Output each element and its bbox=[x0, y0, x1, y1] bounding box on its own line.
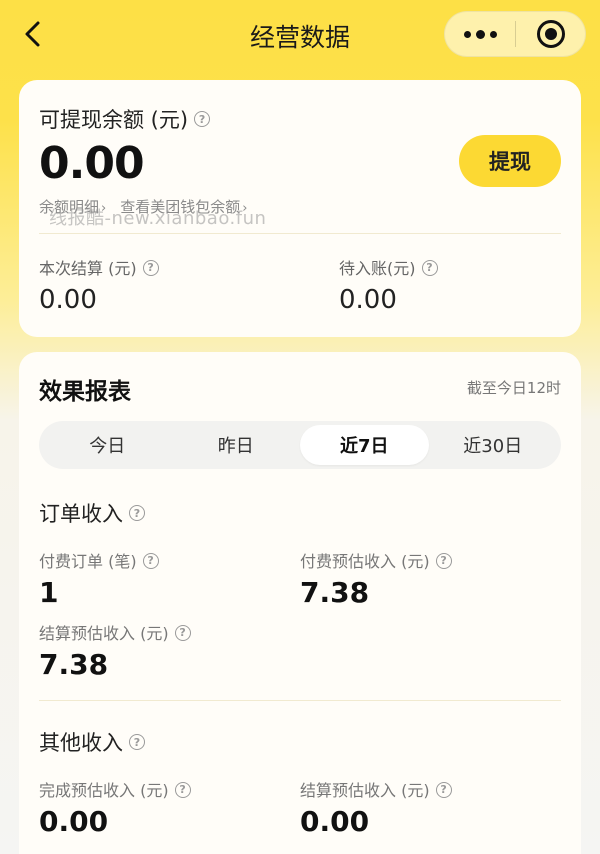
paid-estimate-label: 付费预估收入 (元) bbox=[300, 552, 430, 571]
other-settle-estimate-label-row: 结算预估收入 (元)? bbox=[300, 777, 452, 801]
help-icon[interactable]: ? bbox=[174, 781, 191, 798]
complete-estimate-label: 完成预估收入 (元) bbox=[39, 781, 169, 800]
pending-value: 0.00 bbox=[339, 285, 397, 315]
help-icon[interactable]: ? bbox=[142, 259, 159, 276]
paid-orders-value: 1 bbox=[39, 576, 59, 609]
help-icon[interactable]: ? bbox=[435, 781, 452, 798]
other-income-title-row: 其他收入? bbox=[39, 727, 145, 757]
tab-yesterday[interactable]: 昨日 bbox=[172, 425, 301, 465]
report-card: 效果报表 截至今日12时 今日 昨日 近7日 近30日 订单收入? 付费订单 (… bbox=[19, 352, 581, 854]
other-settle-estimate-label: 结算预估收入 (元) bbox=[300, 781, 430, 800]
more-dot bbox=[489, 30, 497, 38]
balance-label: 可提现余额 (元) bbox=[39, 108, 189, 132]
help-icon[interactable]: ? bbox=[129, 505, 145, 521]
tab-last-7-days[interactable]: 近7日 bbox=[300, 425, 429, 465]
help-icon[interactable]: ? bbox=[174, 624, 191, 641]
settle-estimate-label: 结算预估收入 (元) bbox=[39, 624, 169, 643]
close-button[interactable] bbox=[516, 12, 585, 56]
divider bbox=[39, 233, 561, 234]
complete-estimate-label-row: 完成预估收入 (元)? bbox=[39, 777, 191, 801]
watermark: 线报酷-new.xianbao.fun bbox=[49, 208, 267, 229]
settlement-label: 本次结算 (元) bbox=[39, 259, 137, 278]
divider bbox=[39, 700, 561, 701]
help-icon[interactable]: ? bbox=[435, 552, 452, 569]
paid-estimate-label-row: 付费预估收入 (元)? bbox=[300, 548, 452, 572]
order-income-title: 订单收入 bbox=[39, 502, 123, 526]
withdraw-button[interactable]: 提现 bbox=[459, 135, 561, 187]
report-title: 效果报表 bbox=[39, 379, 131, 405]
other-settle-estimate-value: 0.00 bbox=[300, 805, 370, 838]
complete-estimate-value: 0.00 bbox=[39, 805, 109, 838]
settlement-value: 0.00 bbox=[39, 285, 97, 315]
more-dot bbox=[475, 29, 485, 39]
other-income-title: 其他收入 bbox=[39, 731, 123, 755]
more-dots-icon bbox=[463, 30, 471, 38]
help-icon[interactable]: ? bbox=[421, 259, 438, 276]
pending-label: 待入账(元) bbox=[339, 259, 416, 278]
target-icon bbox=[536, 20, 565, 48]
pending-label-row: 待入账(元)? bbox=[339, 255, 438, 279]
settle-estimate-value: 7.38 bbox=[39, 648, 109, 681]
paid-estimate-value: 7.38 bbox=[300, 576, 370, 609]
help-icon[interactable]: ? bbox=[142, 552, 159, 569]
more-button[interactable] bbox=[445, 12, 515, 56]
nav-bar: 经营数据 bbox=[0, 0, 600, 68]
mini-program-capsule bbox=[444, 11, 586, 57]
report-cutoff-note: 截至今日12时 bbox=[466, 379, 561, 397]
tab-today[interactable]: 今日 bbox=[43, 425, 172, 465]
help-icon[interactable]: ? bbox=[194, 111, 211, 127]
target-dot bbox=[544, 28, 557, 40]
balance-value: 0.00 bbox=[39, 138, 145, 189]
help-icon[interactable]: ? bbox=[129, 734, 145, 750]
paid-orders-label: 付费订单 (笔) bbox=[39, 552, 137, 571]
settle-estimate-label-row: 结算预估收入 (元)? bbox=[39, 620, 191, 644]
tab-last-30-days[interactable]: 近30日 bbox=[429, 425, 558, 465]
order-income-title-row: 订单收入? bbox=[39, 498, 145, 528]
balance-card: 可提现余额 (元)? 0.00 提现 余额明细 › 查看美团钱包余额 › 线报酷-n… bbox=[19, 80, 581, 337]
settlement-label-row: 本次结算 (元)? bbox=[39, 255, 159, 279]
balance-label-row: 可提现余额 (元)? bbox=[39, 104, 211, 134]
date-range-tabs: 今日 昨日 近7日 近30日 bbox=[39, 421, 561, 469]
paid-orders-label-row: 付费订单 (笔)? bbox=[39, 548, 159, 572]
